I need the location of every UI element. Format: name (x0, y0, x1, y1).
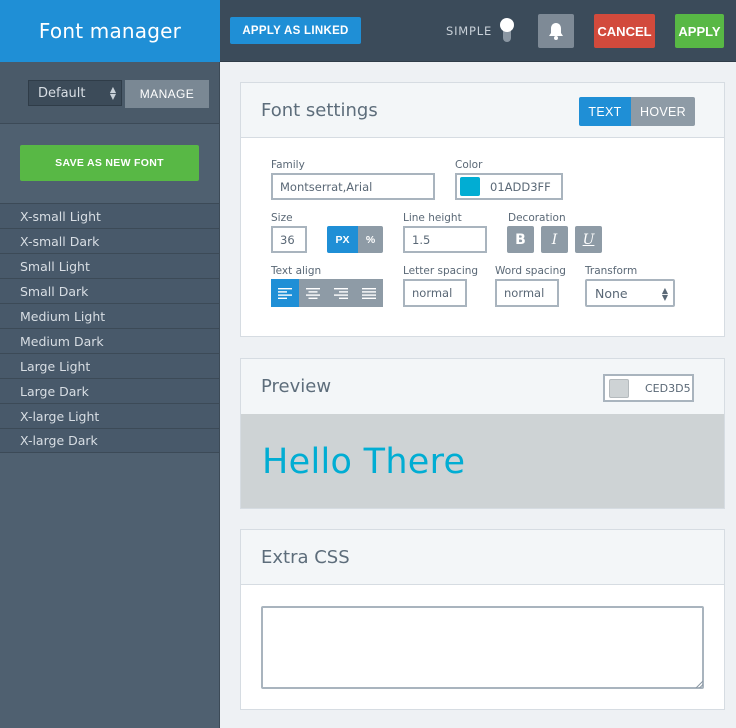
align-left-button[interactable] (271, 279, 299, 307)
family-value: Montserrat,Arial (280, 179, 373, 194)
transform-label: Transform (585, 265, 638, 277)
font-preset-item[interactable]: Medium Light (0, 303, 220, 328)
extra-css-header: Extra CSS (241, 530, 724, 585)
app-title: Font manager (0, 0, 220, 62)
line-height-label: Line height (403, 212, 462, 224)
preview-sample-text: Hello There (262, 442, 466, 482)
preview-header: Preview CED3D5 (241, 359, 724, 414)
color-value: 01ADD3FF (490, 179, 551, 194)
font-settings-panel: Font settings TEXT HOVER Family Montserr… (240, 82, 725, 337)
font-preset-item[interactable]: Large Light (0, 353, 220, 378)
preview-bg-color-picker[interactable]: CED3D5 (603, 374, 694, 402)
line-height-value: 1.5 (412, 232, 431, 247)
font-settings-title: Font settings (261, 100, 378, 121)
font-preset-list: X-small Light X-small Dark Small Light S… (0, 203, 220, 453)
simple-mode-toggle[interactable] (500, 16, 514, 44)
family-input[interactable]: Montserrat,Arial (271, 173, 435, 200)
transform-select[interactable]: None ▲ ▼ (585, 279, 675, 307)
unit-px-button[interactable]: PX (327, 226, 358, 253)
word-spacing-label: Word spacing (495, 265, 566, 277)
font-preset-item[interactable]: X-large Light (0, 403, 220, 428)
preview-panel: Preview CED3D5 Hello There (240, 358, 725, 509)
text-align-group (271, 279, 383, 307)
italic-button[interactable]: I (541, 226, 568, 253)
simple-mode-label: SIMPLE (446, 24, 493, 38)
align-justify-button[interactable] (355, 279, 383, 307)
select-arrows-icon: ▲ ▼ (661, 286, 668, 302)
tab-text[interactable]: TEXT (579, 97, 631, 126)
align-right-icon (334, 287, 348, 299)
notifications-button[interactable] (538, 14, 574, 48)
align-right-button[interactable] (327, 279, 355, 307)
apply-button[interactable]: APPLY (675, 14, 724, 48)
word-spacing-input[interactable]: normal (495, 279, 559, 307)
sidebar-divider (219, 62, 220, 728)
cancel-button[interactable]: CANCEL (594, 14, 655, 48)
font-preset-item[interactable]: Small Dark (0, 278, 220, 303)
font-settings-header: Font settings TEXT HOVER (241, 83, 724, 138)
preview-bg-swatch (609, 378, 629, 398)
word-spacing-value: normal (504, 286, 545, 300)
line-height-input[interactable]: 1.5 (403, 226, 487, 253)
align-left-icon (278, 287, 292, 299)
bell-icon (549, 23, 563, 40)
preset-select-value: Default (38, 85, 86, 101)
select-arrows-icon: ▲ ▼ (109, 85, 116, 101)
sidebar-toolbar: Default ▲ ▼ MANAGE (0, 62, 220, 124)
apply-as-linked-button[interactable]: APPLY AS LINKED (230, 17, 361, 44)
transform-value: None (595, 285, 628, 301)
preset-select[interactable]: Default ▲ ▼ (28, 80, 122, 106)
unit-percent-button[interactable]: % (358, 226, 383, 253)
bold-button[interactable]: B (507, 226, 534, 253)
preview-area: Hello There (241, 414, 724, 508)
letter-spacing-value: normal (412, 286, 453, 300)
size-label: Size (271, 212, 293, 224)
decoration-label: Decoration (508, 212, 566, 224)
extra-css-title: Extra CSS (261, 547, 350, 568)
align-center-icon (306, 287, 320, 299)
top-bar: Font manager APPLY AS LINKED SIMPLE CANC… (0, 0, 736, 62)
tab-hover[interactable]: HOVER (631, 97, 695, 126)
resize-grip-icon[interactable] (695, 680, 703, 688)
preview-title: Preview (261, 376, 332, 397)
font-preset-item[interactable]: Small Light (0, 253, 220, 278)
extra-css-textarea[interactable] (261, 606, 704, 689)
sidebar: Default ▲ ▼ MANAGE SAVE AS NEW FONT X-sma… (0, 62, 220, 728)
letter-spacing-label: Letter spacing (403, 265, 479, 277)
toggle-knob (500, 18, 514, 32)
size-value: 36 (280, 232, 295, 247)
save-as-new-font-button[interactable]: SAVE AS NEW FONT (20, 145, 199, 181)
font-preset-item[interactable]: X-small Dark (0, 228, 220, 253)
underline-button[interactable]: U (575, 226, 602, 253)
color-label: Color (455, 159, 483, 171)
manage-button[interactable]: MANAGE (125, 80, 209, 108)
size-input[interactable]: 36 (271, 226, 307, 253)
font-preset-item[interactable]: X-small Light (0, 203, 220, 228)
text-align-label: Text align (271, 265, 322, 277)
font-preset-item[interactable]: X-large Dark (0, 428, 220, 453)
align-justify-icon (362, 287, 376, 299)
font-preset-item[interactable]: Medium Dark (0, 328, 220, 353)
align-center-button[interactable] (299, 279, 327, 307)
font-preset-item[interactable]: Large Dark (0, 378, 220, 403)
letter-spacing-input[interactable]: normal (403, 279, 467, 307)
color-swatch (460, 177, 480, 196)
color-picker[interactable]: 01ADD3FF (455, 173, 563, 200)
family-label: Family (271, 159, 305, 171)
state-tabs: TEXT HOVER (579, 97, 695, 126)
preview-bg-color-value: CED3D5 (645, 381, 691, 395)
extra-css-panel: Extra CSS (240, 529, 725, 710)
